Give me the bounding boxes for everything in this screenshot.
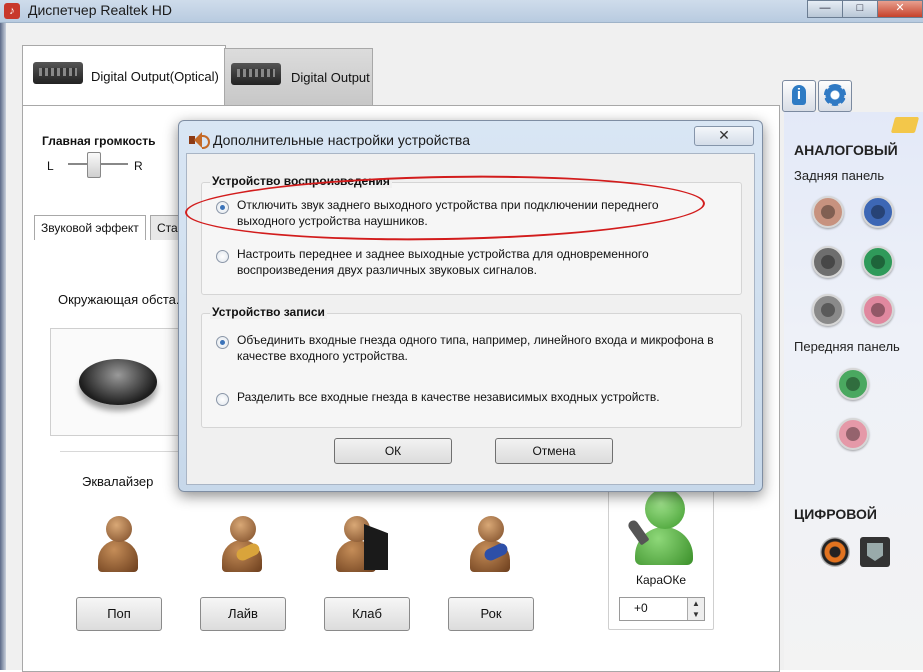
- analog-heading: АНАЛОГОВЫЙ: [794, 142, 898, 158]
- title-bar: ♪ Диспетчер Realtek HD — □ ✕: [0, 0, 923, 23]
- preset-club-button[interactable]: Клаб: [324, 597, 410, 631]
- rear-jack-green[interactable]: [862, 246, 894, 278]
- maximize-button[interactable]: □: [842, 0, 878, 18]
- digital-device-icon: [33, 62, 83, 84]
- optical-output-icon[interactable]: [860, 537, 890, 567]
- rock-guitarist-icon: [468, 510, 512, 574]
- rear-jack-pink-beige[interactable]: [812, 196, 844, 228]
- environment-label: Окружающая обста.: [58, 292, 180, 307]
- rear-jack-dark-gray[interactable]: [812, 294, 844, 326]
- tab-digital-output-optical[interactable]: Digital Output(Optical): [22, 45, 226, 106]
- radio-label: Объединить входные гнезда одного типа, н…: [237, 333, 714, 363]
- gear-icon: [824, 84, 846, 106]
- desktop-edge: [0, 23, 6, 670]
- radio-independent-front-rear[interactable]: [216, 250, 229, 263]
- digital-heading: ЦИФРОВОЙ: [794, 506, 877, 522]
- rear-jack-blue[interactable]: [862, 196, 894, 228]
- folder-icon[interactable]: [890, 117, 920, 133]
- front-jack-pink[interactable]: [837, 418, 869, 450]
- playback-device-group: Устройство воспроизведения Отключить зву…: [201, 174, 742, 295]
- tab-label: Digital Output(Optical): [91, 69, 219, 84]
- karaoke-value: +0: [634, 601, 648, 615]
- dialog-close-button[interactable]: ✕: [694, 126, 754, 146]
- tab-label: Digital Output: [291, 70, 370, 85]
- environment-preview[interactable]: [50, 328, 186, 436]
- master-volume-label: Главная громкость: [42, 134, 156, 148]
- playback-group-title: Устройство воспроизведения: [210, 174, 392, 188]
- close-button[interactable]: ✕: [877, 0, 923, 18]
- dialog-title: Дополнительные настройки устройства: [213, 132, 470, 148]
- radio-label: Настроить переднее и заднее выходные уст…: [237, 247, 649, 277]
- stepper-arrows[interactable]: ▲ ▼: [687, 598, 704, 620]
- window-controls: — □ ✕: [807, 0, 923, 18]
- radio-separate-input-jacks[interactable]: [216, 393, 229, 406]
- equalizer-label: Эквалайзер: [82, 474, 154, 489]
- front-jack-green[interactable]: [837, 368, 869, 400]
- pop-singer-icon: [96, 510, 140, 574]
- info-button[interactable]: i: [782, 80, 816, 112]
- balance-slider-thumb[interactable]: [87, 152, 101, 178]
- info-icon: i: [792, 85, 806, 105]
- recording-device-group: Устройство записи Объединить входные гне…: [201, 305, 742, 428]
- radio-mute-rear-on-headphones[interactable]: [216, 201, 229, 214]
- karaoke-panel: КараОКе +0 ▲ ▼: [608, 478, 714, 630]
- connector-panel: АНАЛОГОВЫЙ Задняя панель Передняя панель…: [784, 112, 923, 670]
- environment-disc-icon: [79, 359, 157, 405]
- preset-rock-button[interactable]: Рок: [448, 597, 534, 631]
- speaker-icon: [189, 132, 210, 149]
- tab-sound-effect[interactable]: Звуковой эффект: [34, 215, 146, 240]
- radio-label: Разделить все входные гнезда в качестве …: [237, 390, 660, 404]
- rear-jack-gray[interactable]: [812, 246, 844, 278]
- preset-pop-button[interactable]: Поп: [76, 597, 162, 631]
- settings-button[interactable]: [818, 80, 852, 112]
- live-guitarist-icon: [220, 510, 264, 574]
- club-pianist-icon: [334, 510, 394, 574]
- rear-panel-label: Задняя панель: [794, 168, 885, 183]
- preset-live-button[interactable]: Лайв: [200, 597, 286, 631]
- advanced-device-settings-dialog: Дополнительные настройки устройства ✕ Ус…: [178, 120, 763, 492]
- karaoke-stepper[interactable]: +0 ▲ ▼: [619, 597, 705, 621]
- tab-digital-output[interactable]: Digital Output: [224, 48, 373, 106]
- balance-right-label: R: [134, 159, 143, 173]
- balance-left-label: L: [47, 159, 54, 173]
- rear-jack-pink[interactable]: [862, 294, 894, 326]
- record-group-title: Устройство записи: [210, 305, 327, 319]
- ok-button[interactable]: ОК: [334, 438, 452, 464]
- radio-label: Отключить звук заднего выходного устройс…: [237, 198, 659, 228]
- digital-device-icon: [231, 63, 281, 85]
- front-panel-label: Передняя панель: [794, 339, 900, 354]
- karaoke-label: КараОКе: [635, 573, 686, 587]
- coaxial-output-icon[interactable]: [820, 537, 850, 567]
- window-title: Диспетчер Realtek HD: [28, 2, 172, 18]
- radio-combine-input-jacks[interactable]: [216, 336, 229, 349]
- cancel-button[interactable]: Отмена: [495, 438, 613, 464]
- minimize-button[interactable]: —: [807, 0, 843, 18]
- realtek-speaker-icon: ♪: [4, 3, 20, 19]
- dialog-body: Устройство воспроизведения Отключить зву…: [186, 153, 755, 485]
